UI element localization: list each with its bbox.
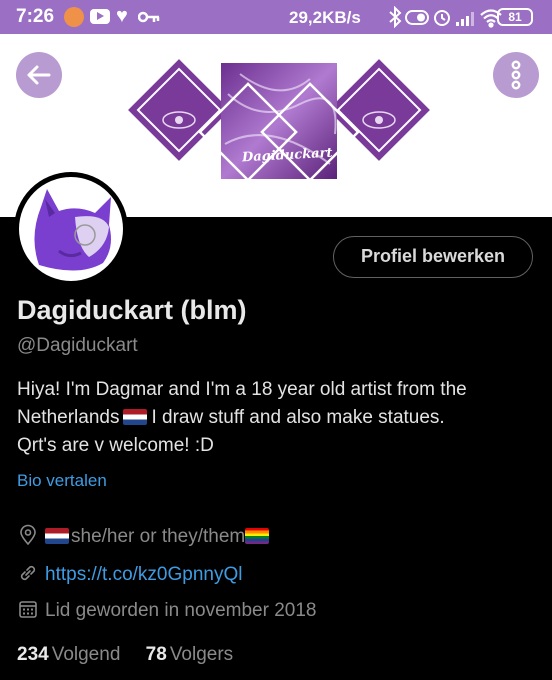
edit-profile-button[interactable]: Profiel bewerken — [333, 236, 533, 278]
netherlands-flag-icon — [45, 528, 69, 544]
link-icon — [20, 565, 36, 581]
joined-date: Lid geworden in november 2018 — [45, 600, 317, 621]
toggle-icon — [405, 10, 429, 25]
notification-app-icon — [64, 7, 84, 27]
display-name: Dagiduckart (blm) — [17, 295, 247, 325]
bio-line-2-end: I draw stuff and also make statues. — [151, 407, 445, 428]
status-bar: 7:26 ♥ 29,2KB/s 81 — [0, 0, 552, 34]
status-time: 7:26 — [16, 6, 55, 27]
system-icons — [389, 6, 502, 28]
website-row: https://t.co/kz0GpnnyQl — [17, 562, 242, 588]
calendar-icon — [19, 601, 37, 618]
bio-line-2-start: Netherlands — [17, 407, 120, 428]
bio-line-2: Netherlands I draw stuff and also make st… — [17, 404, 537, 432]
location-row: she/her or they/them — [17, 524, 270, 550]
translate-bio-link[interactable]: Bio vertalen — [17, 471, 107, 491]
followers-stat[interactable]: 78 Volgers — [146, 644, 234, 666]
youtube-icon — [90, 9, 110, 24]
following-count: 234 — [17, 644, 49, 665]
following-label: Volgend — [51, 644, 121, 665]
location-pin-icon — [20, 524, 36, 546]
battery-indicator: 81 — [497, 8, 533, 26]
website-link[interactable]: https://t.co/kz0GpnnyQl — [45, 564, 242, 585]
key-icon — [138, 11, 160, 23]
more-options-button[interactable] — [493, 52, 539, 98]
bio: Hiya! I'm Dagmar and I'm a 18 year old a… — [17, 376, 537, 460]
arrow-left-icon — [27, 65, 51, 85]
avatar[interactable] — [14, 172, 128, 286]
back-button[interactable] — [16, 52, 62, 98]
followers-count: 78 — [145, 644, 167, 665]
followers-label: Volgers — [169, 644, 234, 665]
avatar-artwork — [34, 189, 111, 271]
joined-row: Lid geworden in november 2018 — [17, 598, 316, 624]
username-handle: @Dagiduckart — [17, 335, 138, 356]
network-speed: 29,2KB/s — [289, 8, 361, 27]
rainbow-flag-icon — [245, 528, 270, 544]
bio-line-3: Qrt's are v welcome! :D — [17, 435, 214, 456]
location-text: she/her or they/them — [71, 526, 246, 547]
follow-stats: 234 Volgend 78 Volgers — [17, 644, 253, 666]
following-stat[interactable]: 234 Volgend — [17, 644, 120, 666]
signal-icon — [456, 12, 474, 26]
bluetooth-icon — [389, 6, 402, 28]
alarm-icon — [434, 10, 450, 26]
bio-line-1: Hiya! I'm Dagmar and I'm a 18 year old a… — [17, 379, 467, 400]
heart-icon: ♥ — [116, 5, 128, 27]
more-vertical-icon — [511, 60, 521, 90]
netherlands-flag-icon — [123, 409, 148, 425]
